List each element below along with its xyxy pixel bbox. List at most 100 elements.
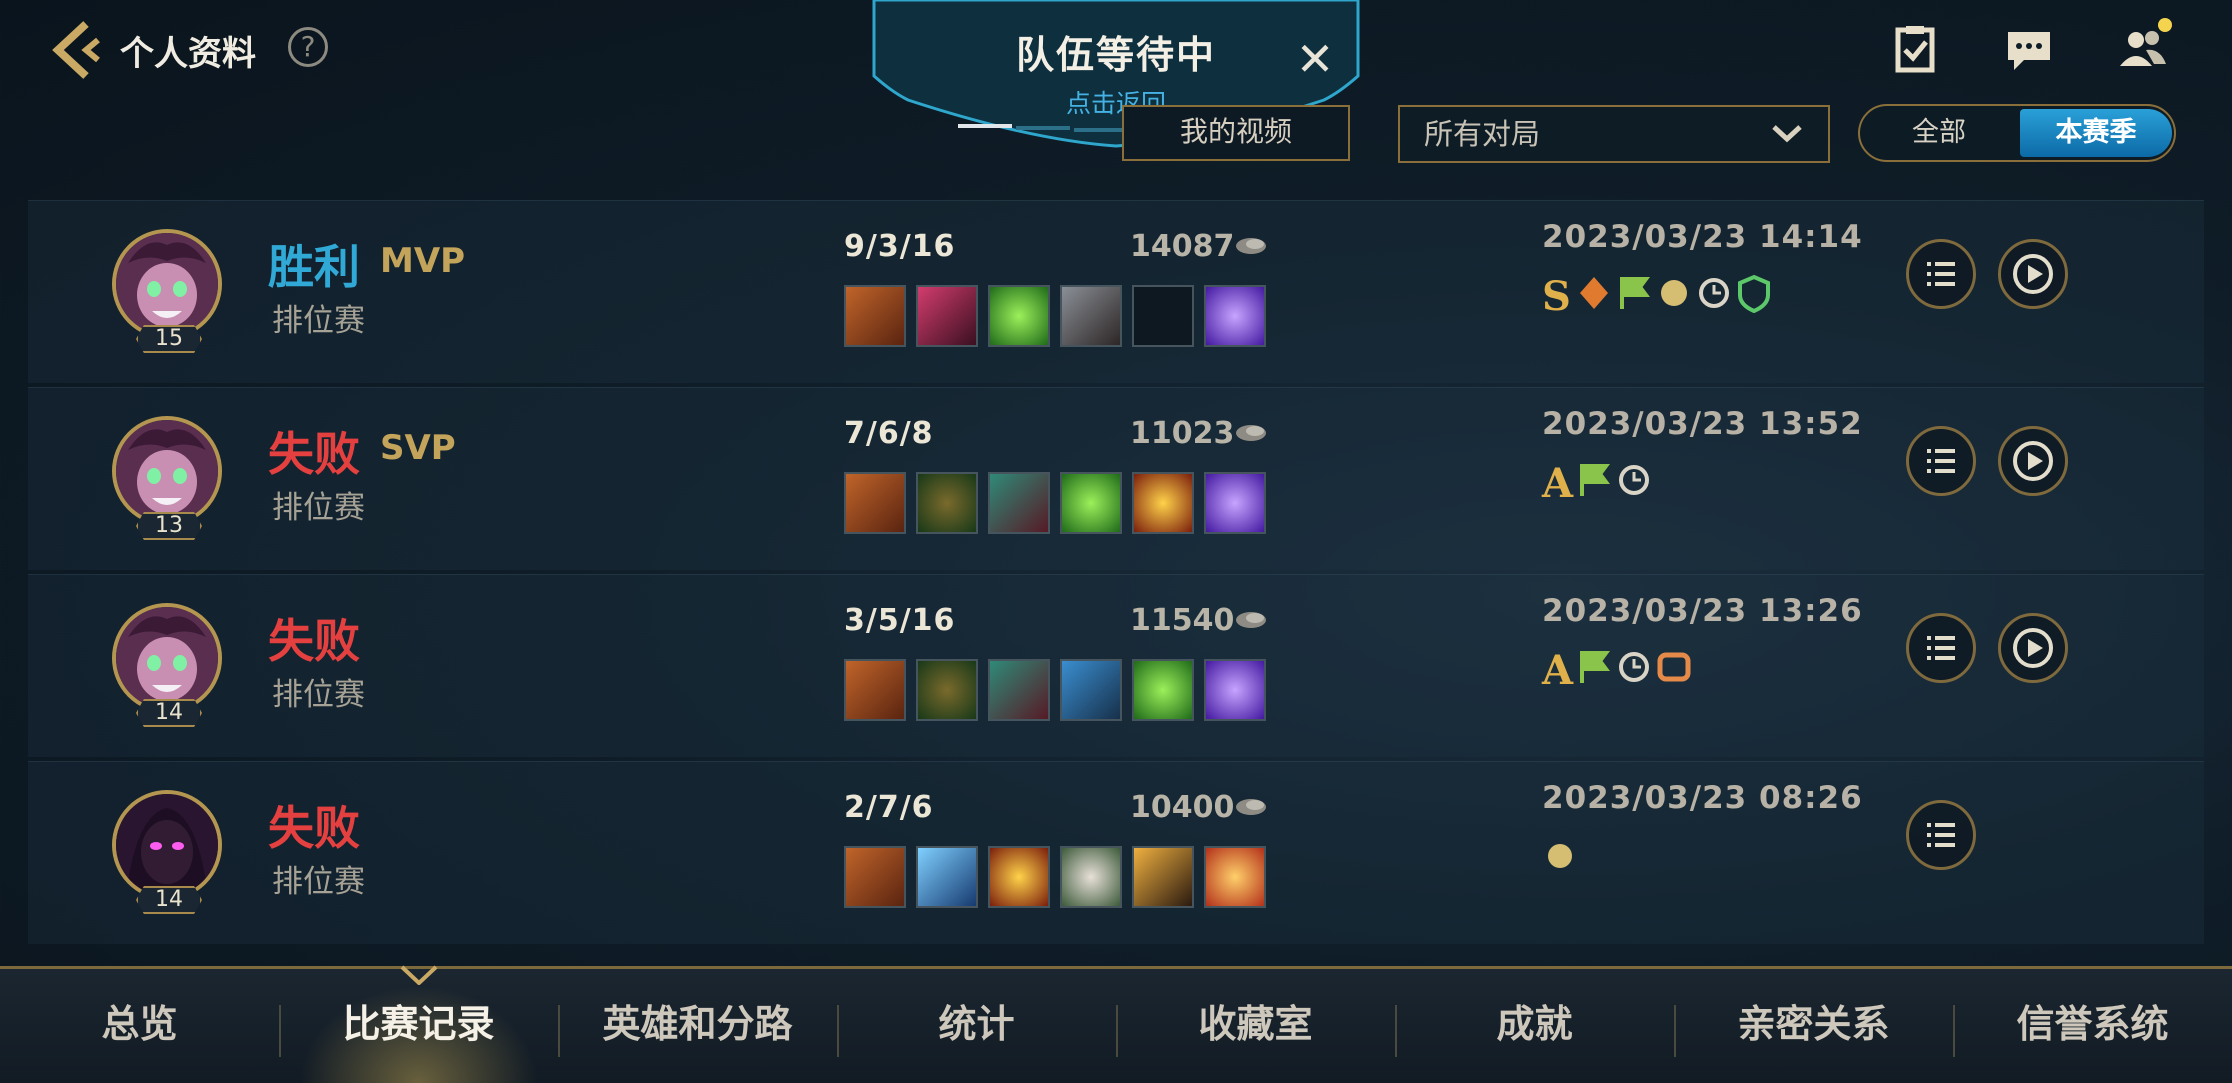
honor-tag: MVP [380, 241, 466, 281]
list-icon [1927, 449, 1955, 473]
friends-icon[interactable] [2118, 18, 2172, 74]
list-icon [1927, 636, 1955, 660]
chat-icon[interactable] [2004, 24, 2054, 74]
item-trinket-icon[interactable] [1204, 285, 1266, 347]
help-icon[interactable]: ? [288, 27, 328, 67]
gold-amount: 10400 [1130, 790, 1235, 825]
match-details-button[interactable] [1906, 239, 1976, 309]
item-boots-icon[interactable] [844, 659, 906, 721]
replay-button[interactable] [1998, 426, 2068, 496]
champion-avatar [112, 229, 222, 339]
tab-honor-system[interactable]: 信誉系统 [1953, 969, 2232, 1083]
match-details-button[interactable] [1906, 613, 1976, 683]
tab-relationships[interactable]: 亲密关系 [1674, 969, 1953, 1083]
flag-icon [1580, 464, 1610, 496]
match-datetime: 2023/03/23 08:26 [1542, 780, 1863, 816]
match-details-button[interactable] [1906, 426, 1976, 496]
bottom-nav: 总览 比赛记录 英雄和分路 统计 收藏室 成就 亲密关系 信誉系统 [0, 965, 2232, 1083]
match-row[interactable]: 15 胜利 MVP 排位赛 9/3/16 14087 2023/03/23 14… [28, 200, 2204, 383]
item-icon[interactable] [1060, 285, 1122, 347]
match-result: 胜利 [268, 240, 360, 294]
match-result: 失败 [268, 614, 360, 668]
gold-icon [1236, 612, 1266, 628]
champion-avatar [112, 603, 222, 713]
gold-amount: 11023 [1130, 416, 1235, 451]
item-icon[interactable] [916, 659, 978, 721]
item-icon[interactable] [1060, 846, 1122, 908]
game-mode: 排位赛 [272, 677, 365, 713]
item-icon[interactable] [988, 285, 1050, 347]
kda: 3/5/16 [844, 603, 956, 638]
gold-icon [1236, 238, 1266, 254]
match-datetime: 2023/03/23 14:14 [1542, 219, 1863, 255]
item-trinket-icon[interactable] [1204, 659, 1266, 721]
empty-item-slot[interactable] [1132, 285, 1194, 347]
kda: 9/3/16 [844, 229, 956, 264]
replay-icon [2013, 254, 2053, 294]
list-icon [1927, 823, 1955, 847]
close-icon[interactable]: ✕ [1292, 36, 1338, 82]
item-icon[interactable] [1132, 472, 1194, 534]
tab-overview[interactable]: 总览 [0, 969, 279, 1083]
item-icon[interactable] [1060, 472, 1122, 534]
tab-achievements[interactable]: 成就 [1395, 969, 1674, 1083]
tab-champions-roles[interactable]: 英雄和分路 [558, 969, 837, 1083]
level-badge: 14 [136, 699, 202, 727]
level-badge: 15 [136, 325, 202, 353]
link-icon [1657, 652, 1691, 682]
item-icon[interactable] [988, 659, 1050, 721]
item-icon[interactable] [988, 472, 1050, 534]
match-datetime: 2023/03/23 13:52 [1542, 406, 1863, 442]
item-icon[interactable] [916, 285, 978, 347]
flag-icon [1580, 651, 1610, 683]
game-mode-value: 所有对局 [1424, 117, 1541, 151]
item-icon[interactable] [1132, 659, 1194, 721]
game-mode: 排位赛 [272, 864, 365, 900]
gold-amount: 14087 [1130, 229, 1235, 264]
toggle-all[interactable]: 全部 [1860, 106, 2018, 160]
tab-stats[interactable]: 统计 [837, 969, 1116, 1083]
replay-button[interactable] [1998, 239, 2068, 309]
kda: 2/7/6 [844, 790, 934, 825]
item-trinket-icon[interactable] [1204, 472, 1266, 534]
game-mode: 排位赛 [272, 490, 365, 526]
notification-dot [2158, 18, 2172, 32]
tab-match-history[interactable]: 比赛记录 [279, 969, 558, 1083]
game-mode-select[interactable]: 所有对局 [1398, 105, 1830, 163]
kill-badge-icon [1580, 277, 1608, 309]
item-icon[interactable] [988, 846, 1050, 908]
replay-button[interactable] [1998, 613, 2068, 683]
vision-icon [1548, 844, 1572, 868]
shield-icon [1738, 274, 1770, 313]
item-icon[interactable] [916, 472, 978, 534]
match-row[interactable]: 13 失败 SVP 排位赛 7/6/8 11023 2023/03/23 13:… [28, 387, 2204, 570]
level-badge: 14 [136, 886, 202, 914]
match-row[interactable]: 14 失败 排位赛 2/7/6 10400 2023/03/23 08:26 [28, 761, 2204, 944]
item-boots-icon[interactable] [844, 846, 906, 908]
back-arrow-icon[interactable] [50, 18, 106, 82]
list-icon [1927, 262, 1955, 286]
kda: 7/6/8 [844, 416, 934, 451]
season-toggle[interactable]: 全部 本赛季 [1858, 104, 2176, 162]
clock-icon [1619, 652, 1649, 682]
item-icon[interactable] [916, 846, 978, 908]
match-details-button[interactable] [1906, 800, 1976, 870]
item-icon[interactable] [1060, 659, 1122, 721]
replay-icon [2013, 441, 2053, 481]
item-boots-icon[interactable] [844, 472, 906, 534]
gold-amount: 11540 [1130, 603, 1235, 638]
toggle-current-season[interactable]: 本赛季 [2020, 109, 2172, 157]
queue-title: 队伍等待中 [1015, 33, 1216, 77]
replay-icon [2013, 628, 2053, 668]
page-title: 个人资料 [120, 34, 256, 74]
checklist-icon[interactable] [1890, 24, 1940, 74]
gold-icon [1236, 799, 1266, 815]
tab-collection[interactable]: 收藏室 [1116, 969, 1395, 1083]
item-icon[interactable] [1132, 846, 1194, 908]
my-videos-button[interactable]: 我的视频 [1122, 105, 1350, 161]
champion-avatar [112, 790, 222, 900]
match-row[interactable]: 14 失败 排位赛 3/5/16 11540 2023/03/23 13:26 … [28, 574, 2204, 757]
item-boots-icon[interactable] [844, 285, 906, 347]
item-trinket-icon[interactable] [1204, 846, 1266, 908]
grade-badge: A [1542, 460, 1574, 507]
